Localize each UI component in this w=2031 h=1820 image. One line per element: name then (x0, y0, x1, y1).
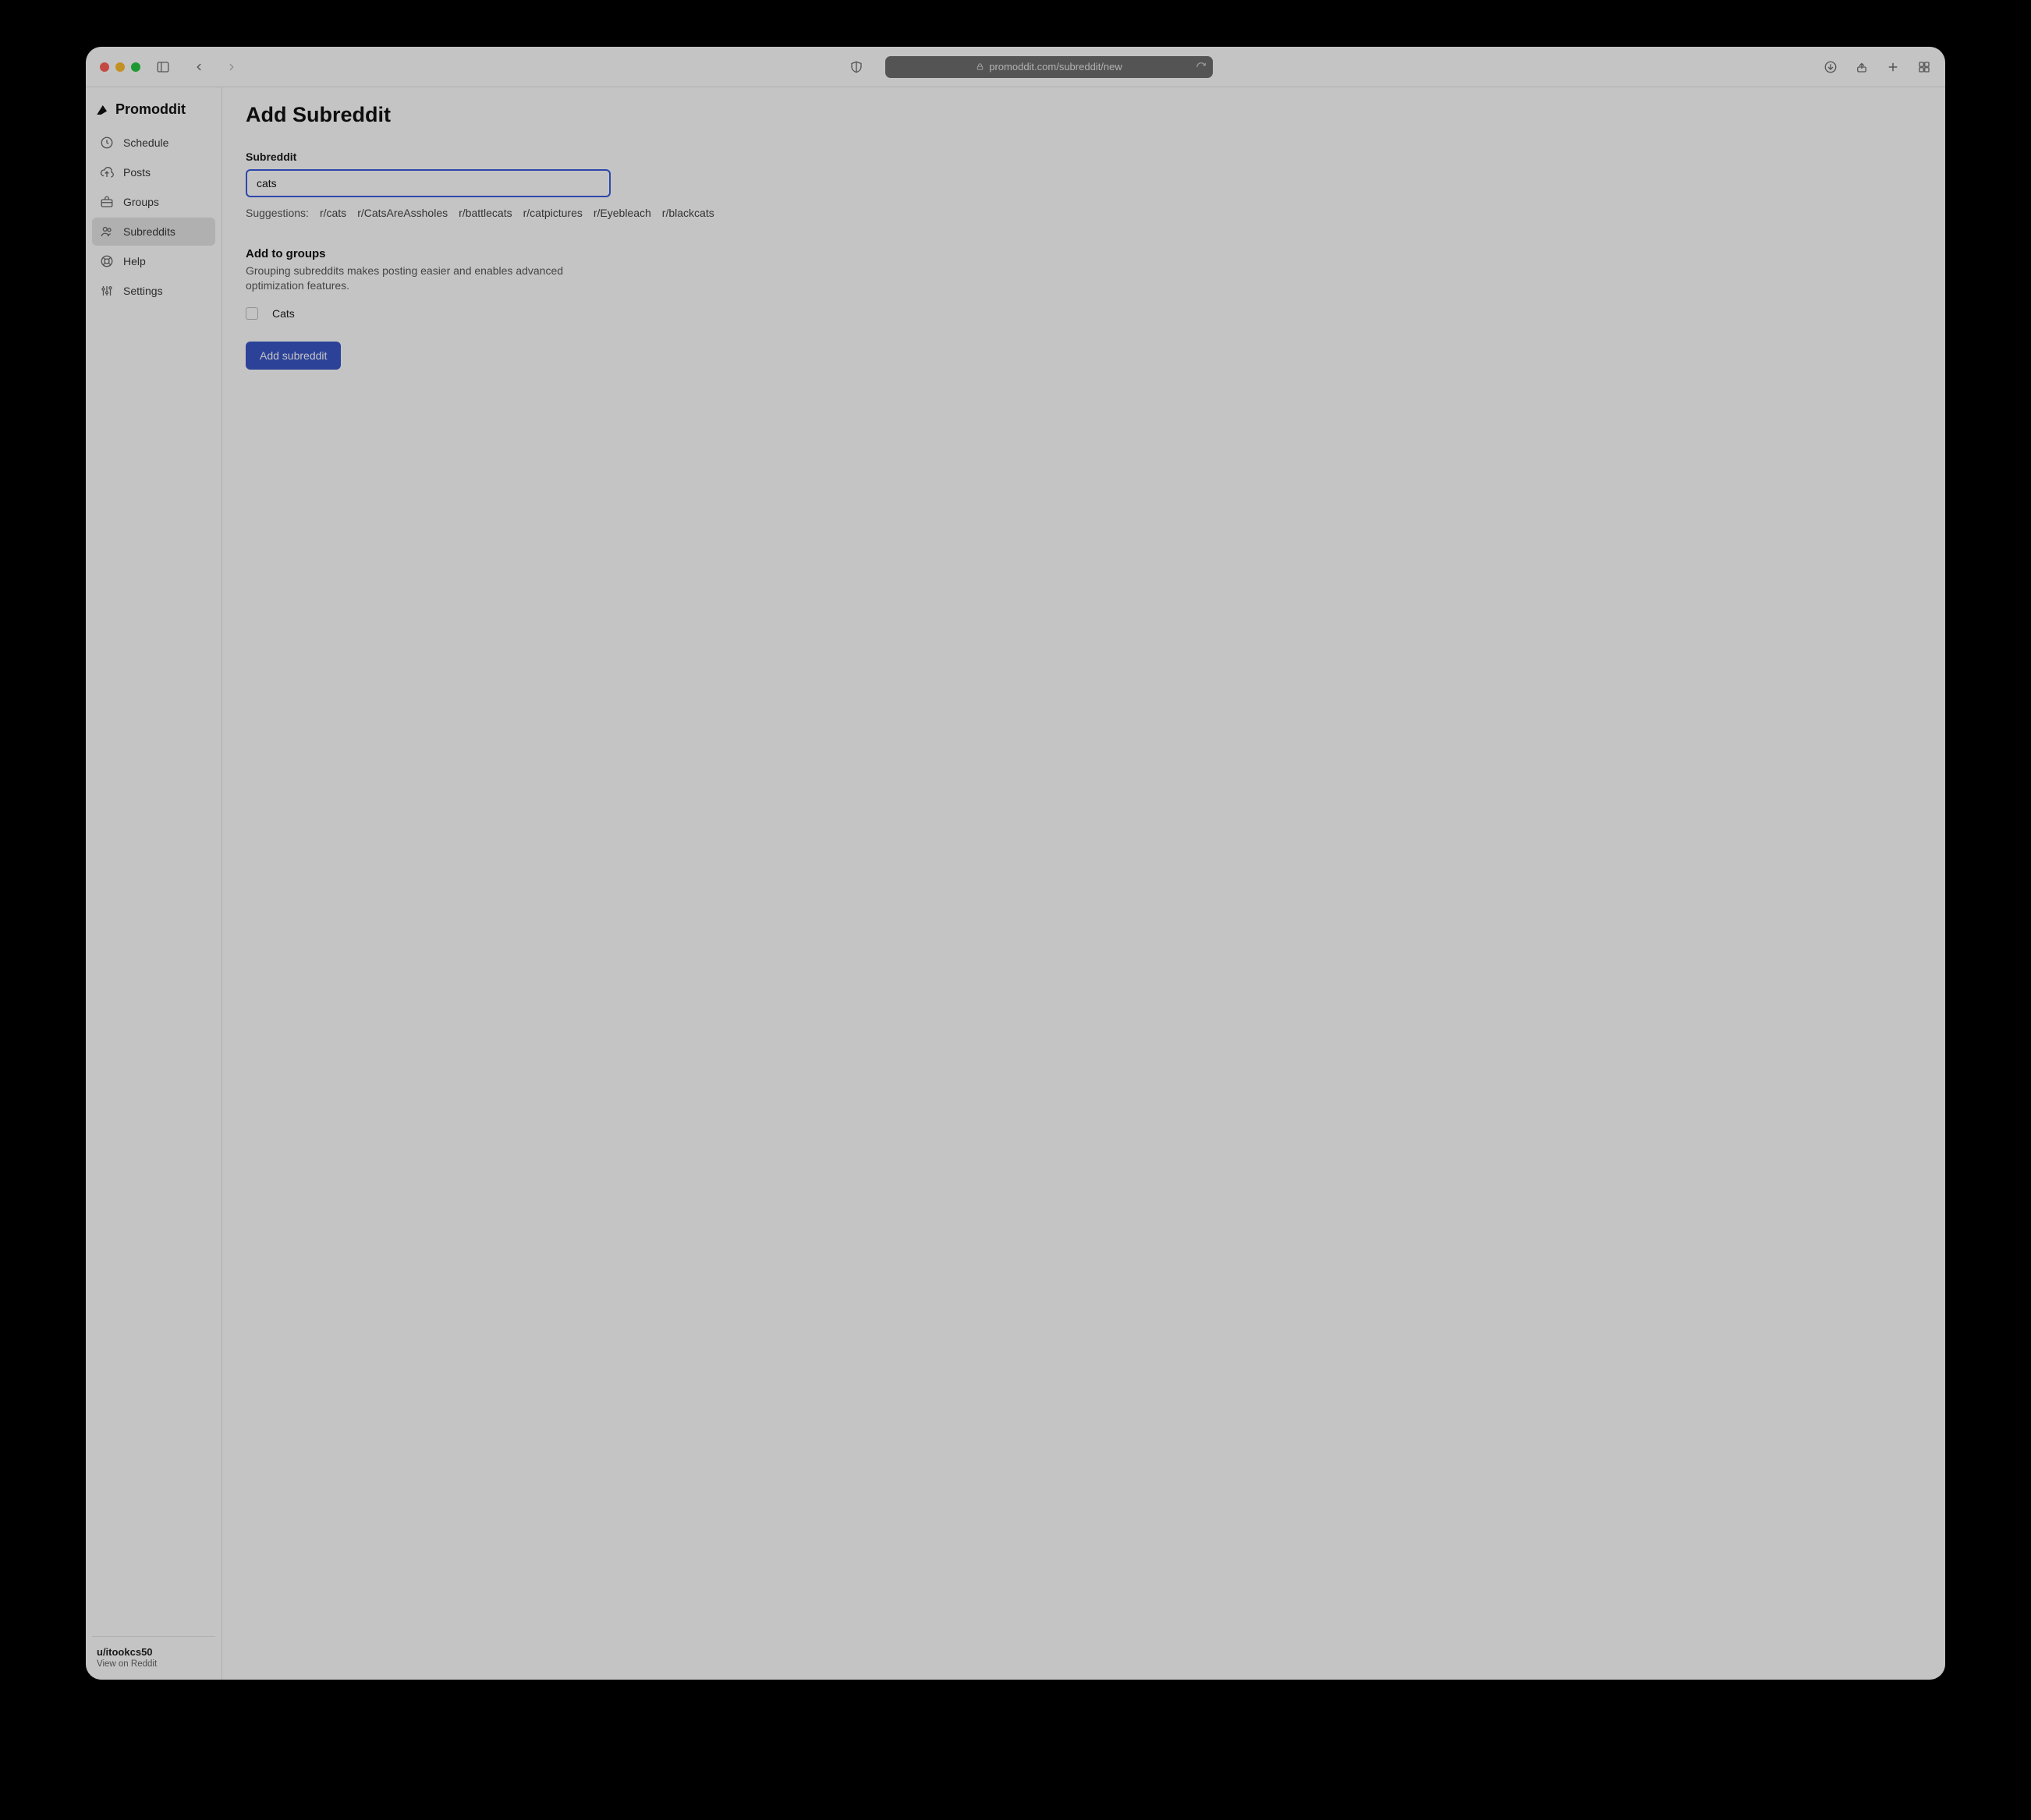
sidebar-item-label: Schedule (123, 136, 168, 149)
minimize-window-button[interactable] (115, 62, 125, 72)
suggestion-item[interactable]: r/blackcats (662, 207, 714, 219)
sliders-icon (100, 284, 114, 298)
new-tab-icon[interactable] (1886, 60, 1900, 74)
brand-logo-icon (95, 103, 109, 117)
close-window-button[interactable] (100, 62, 109, 72)
clock-icon (100, 136, 114, 150)
sidebar-item-posts[interactable]: Posts (92, 158, 215, 186)
sidebar-item-label: Posts (123, 166, 151, 179)
titlebar: promoddit.com/subreddit/new (86, 47, 1945, 87)
back-button[interactable] (192, 60, 206, 74)
fullscreen-window-button[interactable] (131, 62, 140, 72)
main-content: Add Subreddit Subreddit Suggestions: r/c… (222, 87, 1945, 1680)
toolbar-right (1824, 60, 1931, 74)
add-subreddit-button[interactable]: Add subreddit (246, 342, 341, 370)
browser-window: promoddit.com/subreddit/new Promoddit (86, 47, 1945, 1680)
sidebar-item-schedule[interactable]: Schedule (92, 129, 215, 157)
brand[interactable]: Promoddit (92, 98, 215, 129)
suggestion-item[interactable]: r/Eyebleach (594, 207, 651, 219)
sidebar-toggle-icon[interactable] (156, 60, 170, 74)
downloads-icon[interactable] (1824, 60, 1838, 74)
subreddit-field-label: Subreddit (246, 150, 1922, 163)
sidebar-item-label: Settings (123, 285, 163, 297)
groups-section: Add to groups Grouping subreddits makes … (246, 247, 1922, 320)
sidebar-item-settings[interactable]: Settings (92, 277, 215, 305)
group-option-row: Cats (246, 307, 1922, 320)
subreddit-field-card: Subreddit Suggestions: r/cats r/CatsAreA… (222, 144, 1945, 228)
suggestion-item[interactable]: r/battlecats (459, 207, 512, 219)
sidebar-username: u/itookcs50 (97, 1646, 211, 1658)
sidebar-item-label: Subreddits (123, 225, 175, 238)
lock-icon (976, 62, 984, 71)
reload-icon[interactable] (1196, 62, 1207, 73)
group-checkbox-cats[interactable] (246, 307, 258, 320)
share-icon[interactable] (1855, 60, 1869, 74)
sidebar-footer: u/itookcs50 View on Reddit (92, 1636, 215, 1680)
sidebar: Promoddit Schedule Posts Groups Subred (86, 87, 222, 1680)
forward-button[interactable] (225, 60, 239, 74)
suggestions-row: Suggestions: r/cats r/CatsAreAssholes r/… (246, 207, 1922, 219)
sidebar-nav: Schedule Posts Groups Subreddits Help (92, 129, 215, 305)
window-controls (100, 62, 140, 72)
briefcase-icon (100, 195, 114, 209)
sidebar-item-groups[interactable]: Groups (92, 188, 215, 216)
users-icon (100, 225, 114, 239)
privacy-shield-icon[interactable] (849, 60, 863, 74)
nav-arrows (192, 60, 239, 74)
groups-section-title: Add to groups (246, 247, 1922, 260)
groups-section-description: Grouping subreddits makes posting easier… (246, 264, 612, 293)
suggestions-label: Suggestions: (246, 207, 309, 219)
page-title: Add Subreddit (246, 103, 1922, 127)
url-text: promoddit.com/subreddit/new (989, 61, 1122, 73)
upload-cloud-icon (100, 165, 114, 179)
url-bar[interactable]: promoddit.com/subreddit/new (885, 56, 1213, 78)
suggestion-item[interactable]: r/CatsAreAssholes (357, 207, 448, 219)
suggestion-item[interactable]: r/cats (320, 207, 346, 219)
view-on-reddit-link[interactable]: View on Reddit (97, 1659, 211, 1669)
sidebar-item-subreddits[interactable]: Subreddits (92, 218, 215, 246)
brand-name: Promoddit (115, 101, 186, 118)
sidebar-item-label: Groups (123, 196, 159, 208)
sidebar-item-label: Help (123, 255, 146, 267)
suggestion-item[interactable]: r/catpictures (523, 207, 583, 219)
tab-overview-icon[interactable] (1917, 60, 1931, 74)
sidebar-item-help[interactable]: Help (92, 247, 215, 275)
subreddit-input[interactable] (246, 169, 611, 197)
group-checkbox-label: Cats (272, 307, 295, 320)
life-ring-icon (100, 254, 114, 268)
